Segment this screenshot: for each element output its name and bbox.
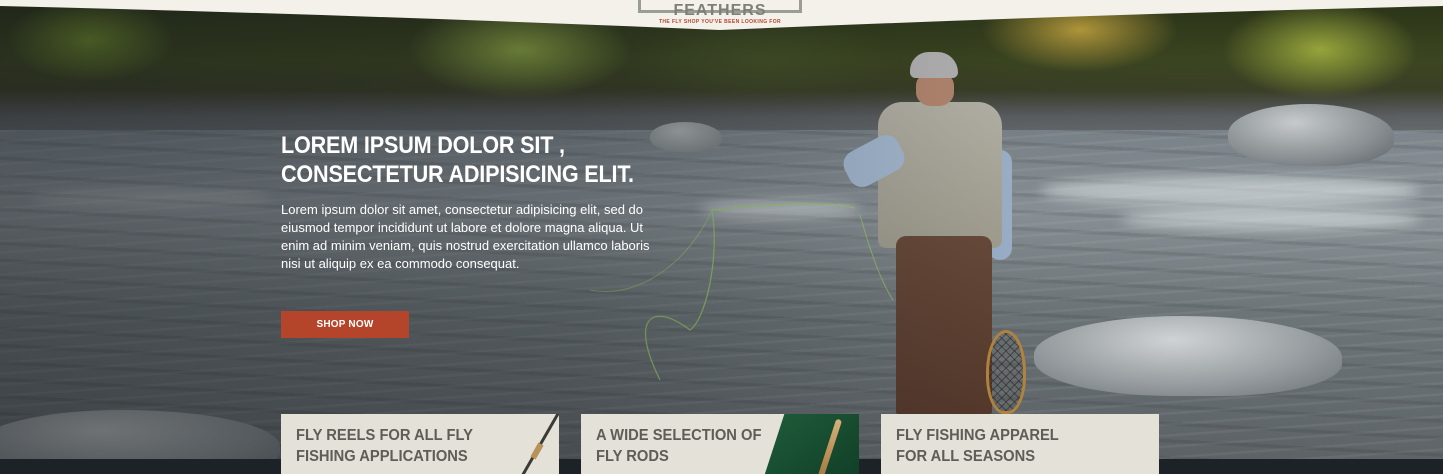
text-contrast-overlay bbox=[0, 0, 1443, 459]
category-card-apparel[interactable]: FLY FISHING APPAREL FOR ALL SEASONS bbox=[881, 414, 1159, 474]
card-title: FLY REELS FOR ALL FLY FISHING APPLICATIO… bbox=[296, 425, 480, 467]
card-title-line: A WIDE SELECTION OF bbox=[596, 427, 762, 444]
card-title: A WIDE SELECTION OF FLY RODS bbox=[596, 425, 780, 467]
card-title: FLY FISHING APPAREL FOR ALL SEASONS bbox=[896, 425, 1080, 467]
shop-now-button[interactable]: SHOP NOW bbox=[281, 311, 409, 338]
hero-headline-line: LOREM IPSUM DOLOR SIT , bbox=[281, 132, 565, 159]
card-title-line: FLY FISHING APPAREL bbox=[896, 427, 1059, 444]
card-title-line: FLY REELS FOR ALL FLY bbox=[296, 427, 473, 444]
hero-headline-line: CONSECTETUR ADIPISICING ELIT. bbox=[281, 161, 634, 188]
logo-tagline: THE FLY SHOP YOU'VE BEEN LOOKING FOR bbox=[658, 19, 782, 25]
logo-badge[interactable]: GREAT FEATHERS THE FLY SHOP YOU'VE BEEN … bbox=[638, 0, 802, 25]
card-title-line: FOR ALL SEASONS bbox=[896, 448, 1036, 465]
fly-rod-image bbox=[521, 414, 559, 474]
card-title-line: FLY RODS bbox=[596, 448, 669, 465]
hero-headline: LOREM IPSUM DOLOR SIT , CONSECTETUR ADIP… bbox=[281, 131, 659, 189]
category-card-rods[interactable]: A WIDE SELECTION OF FLY RODS bbox=[581, 414, 859, 474]
card-title-line: FISHING APPLICATIONS bbox=[296, 448, 468, 465]
hero-body-text: Lorem ipsum dolor sit amet, consectetur … bbox=[281, 202, 650, 271]
hero-banner bbox=[0, 0, 1443, 459]
category-card-reels[interactable]: FLY REELS FOR ALL FLY FISHING APPLICATIO… bbox=[281, 414, 559, 474]
logo-title: GREAT FEATHERS bbox=[673, 0, 767, 19]
hero-copy: LOREM IPSUM DOLOR SIT , CONSECTETUR ADIP… bbox=[281, 131, 661, 273]
